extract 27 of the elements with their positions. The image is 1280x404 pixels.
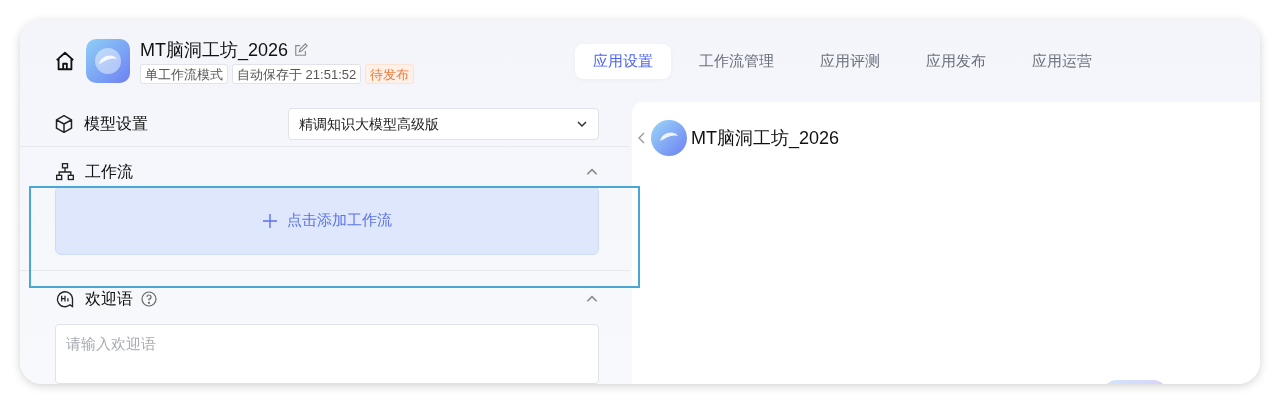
nav-tab[interactable]: 工作流管理 <box>681 43 793 79</box>
app-logo-icon <box>86 39 130 83</box>
section-title: 工作流 <box>85 162 133 182</box>
nav-tab[interactable]: 应用发布 <box>908 43 1005 79</box>
nav-tab[interactable]: 应用评测 <box>802 43 899 79</box>
hi-bubble-icon <box>55 289 75 309</box>
section-title: 欢迎语 <box>85 289 133 309</box>
app-logo-icon <box>651 120 687 156</box>
add-workflow-button[interactable]: 点击添加工作流 <box>55 186 599 255</box>
back-icon[interactable] <box>637 131 647 145</box>
home-icon[interactable] <box>54 50 76 72</box>
plus-icon <box>262 213 277 228</box>
app-title: MT脑洞工坊_2026 <box>140 38 289 61</box>
section-title: 模型设置 <box>84 114 148 134</box>
nav-tab[interactable]: 应用设置 <box>575 43 672 79</box>
model-select[interactable]: 精调知识大模型高级版 <box>288 108 599 140</box>
nav-tab[interactable]: 应用运营 <box>1014 43 1111 79</box>
app-title: MT脑洞工坊_2026 <box>691 126 840 151</box>
help-icon[interactable] <box>141 291 157 307</box>
status-tag: 单工作流模式 <box>140 63 228 84</box>
edit-icon[interactable] <box>294 42 309 57</box>
status-tag: 待发布 <box>365 63 415 84</box>
status-tag: 自动保存于 21:51:52 <box>232 63 362 84</box>
cube-icon <box>54 114 74 134</box>
chevron-down-icon <box>576 118 588 130</box>
hierarchy-icon <box>55 162 75 182</box>
greeting-input[interactable]: 请输入欢迎语 <box>55 324 599 384</box>
